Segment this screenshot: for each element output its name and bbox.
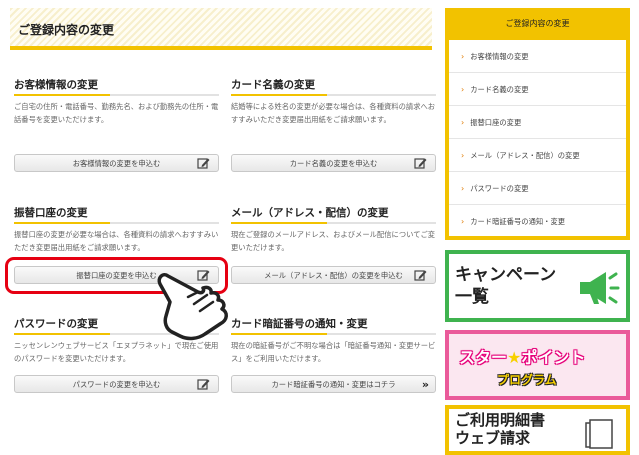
- chevron-right-icon: ›: [461, 118, 465, 127]
- button-label: カード名義の変更を申込む: [289, 159, 378, 168]
- card-name-change-button[interactable]: カード名義の変更を申込む: [231, 154, 436, 172]
- double-chevron-right-icon: »: [421, 378, 429, 391]
- section-title: お客様情報の変更: [14, 79, 98, 91]
- sidebar-item-password[interactable]: › パスワードの変更: [449, 172, 626, 205]
- sidebar-item-email[interactable]: › メール（アドレス・配信）の変更: [449, 139, 626, 172]
- banner-line-1: キャンペーン: [455, 265, 557, 285]
- banner-text-part-1: スター: [459, 348, 508, 367]
- chevron-right-icon: ›: [461, 217, 465, 226]
- sidebar-item-label: メール（アドレス・配信）の変更: [470, 151, 580, 160]
- section-description: 現在ご登録のメールアドレス、およびメール配信についてご変更いただけます。: [231, 230, 436, 252]
- sidebar-title: ご登録内容の変更: [449, 12, 626, 40]
- section-header: 振替口座の変更: [14, 202, 219, 224]
- section-header: カード暗証番号の通知・変更: [231, 313, 436, 335]
- button-label: パスワードの変更を申込む: [72, 380, 161, 389]
- section-header: メール（アドレス・配信）の変更: [231, 202, 436, 224]
- section-description: 現在の暗証番号がご不明な場合は「暗証番号通知・変更サービス」をご利用いただけます…: [231, 341, 436, 363]
- edit-icon: [197, 379, 210, 390]
- email-change-button[interactable]: メール（アドレス・配信）の変更を申込む: [231, 266, 436, 284]
- banner-text: キャンペーン 一覧: [455, 264, 556, 308]
- button-label: カード暗証番号の通知・変更はコチラ: [271, 380, 396, 389]
- banner-line-1: ご利用明細書: [455, 411, 546, 429]
- sidebar-item-customer-info[interactable]: › お客様情報の変更: [449, 40, 626, 73]
- sidebar-menu: ご登録内容の変更 › お客様情報の変更 › カード名義の変更 › 振替口座の変更 › メ…: [445, 8, 630, 240]
- banner-line-2: プログラム: [497, 373, 557, 387]
- section-pin: カード暗証番号の通知・変更 現在の暗証番号がご不明な場合は「暗証番号通知・変更サ…: [231, 313, 436, 380]
- section-card-name: カード名義の変更 結婚等による姓名の変更が必要な場合は、各種資料の請求へおすすみ…: [231, 74, 436, 141]
- button-label: メール（アドレス・配信）の変更を申込む: [264, 271, 403, 280]
- banner-line-1: スター★ポイント: [459, 344, 585, 368]
- section-title: メール（アドレス・配信）の変更: [231, 207, 389, 219]
- pointing-hand-icon: [157, 272, 228, 341]
- edit-icon: [197, 158, 210, 169]
- section-title: カード名義の変更: [231, 79, 315, 91]
- customer-info-change-button[interactable]: お客様情報の変更を申込む: [14, 154, 219, 172]
- sidebar-item-label: カード暗証番号の通知・変更: [470, 217, 566, 226]
- banner-line-2: 一覧: [455, 287, 489, 307]
- sidebar-item-label: お客様情報の変更: [470, 52, 529, 61]
- sidebar-item-pin[interactable]: › カード暗証番号の通知・変更: [449, 205, 626, 238]
- chevron-right-icon: ›: [461, 85, 465, 94]
- section-header: お客様情報の変更: [14, 74, 219, 96]
- section-email: メール（アドレス・配信）の変更 現在ご登録のメールアドレス、およびメール配信につ…: [231, 202, 436, 269]
- pin-notice-change-button[interactable]: カード暗証番号の通知・変更はコチラ »: [231, 375, 436, 393]
- section-title: パスワードの変更: [14, 318, 98, 330]
- web-statement-banner[interactable]: ご利用明細書 ウェブ請求: [445, 405, 630, 455]
- section-customer-info: お客様情報の変更 ご自宅の住所・電話番号、勤務先名、および勤務先の住所・電話番号…: [14, 74, 219, 141]
- sidebar-item-label: パスワードの変更: [470, 184, 529, 193]
- banner-line-2: ウェブ請求: [455, 429, 531, 447]
- section-description: ご自宅の住所・電話番号、勤務先名、および勤務先の住所・電話番号を変更いただけます…: [14, 102, 219, 124]
- banner-text: ご利用明細書 ウェブ請求: [455, 411, 545, 447]
- megaphone-icon: [580, 272, 620, 304]
- chevron-right-icon: ›: [461, 151, 465, 160]
- sidebar-item-label: 振替口座の変更: [470, 118, 522, 127]
- page-title: ご登録内容の変更: [18, 23, 115, 37]
- edit-icon: [414, 270, 427, 281]
- star-icon: ★: [507, 348, 522, 367]
- chevron-right-icon: ›: [461, 52, 465, 61]
- page-header: ご登録内容の変更: [10, 8, 432, 50]
- section-title: カード暗証番号の通知・変更: [231, 318, 368, 330]
- password-change-button[interactable]: パスワードの変更を申込む: [14, 375, 219, 393]
- star-point-program-banner[interactable]: スター★ポイント プログラム: [445, 330, 630, 400]
- sidebar-item-bank-account[interactable]: › 振替口座の変更: [449, 106, 626, 139]
- banner-text-part-2: ポイント: [521, 348, 586, 367]
- edit-icon: [414, 158, 427, 169]
- button-label: お客様情報の変更を申込む: [72, 159, 161, 168]
- sidebar-item-label: カード名義の変更: [470, 85, 529, 94]
- chevron-right-icon: ›: [461, 184, 465, 193]
- section-title: 振替口座の変更: [14, 207, 88, 219]
- section-description: 結婚等による姓名の変更が必要な場合は、各種資料の請求へおすすみいただき変更届出用…: [231, 102, 436, 124]
- campaign-list-banner[interactable]: キャンペーン 一覧: [445, 250, 630, 322]
- section-header: カード名義の変更: [231, 74, 436, 96]
- sidebar-item-card-name[interactable]: › カード名義の変更: [449, 73, 626, 106]
